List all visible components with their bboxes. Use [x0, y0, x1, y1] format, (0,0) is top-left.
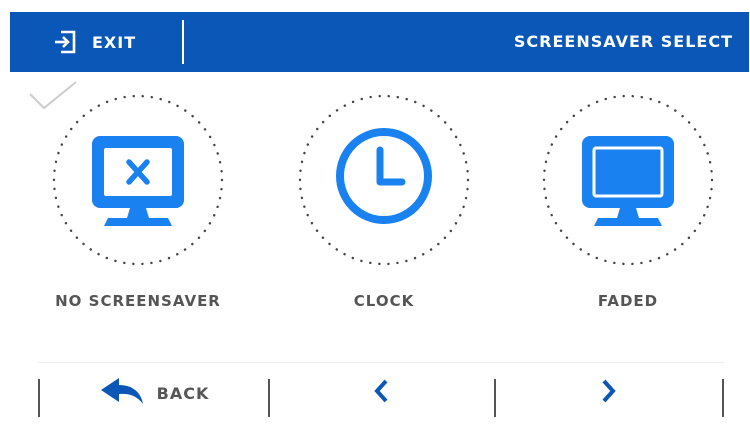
clock-icon	[336, 128, 432, 224]
header-bar: EXIT SCREENSAVER SELECT	[10, 12, 749, 72]
option-label-clock: CLOCK	[353, 292, 415, 310]
monitor-faded-icon	[582, 136, 674, 226]
bottom-nav-bar: BACK	[38, 362, 724, 422]
prev-button[interactable]	[270, 363, 494, 423]
monitor-x-icon	[92, 136, 184, 226]
exit-icon	[52, 29, 78, 55]
page-title: SCREENSAVER SELECT	[513, 32, 733, 51]
back-button[interactable]: BACK	[40, 363, 268, 423]
header-divider	[182, 20, 184, 64]
chevron-right-icon	[598, 378, 618, 408]
option-faded[interactable]	[540, 92, 716, 268]
back-label: BACK	[156, 383, 210, 403]
option-clock[interactable]	[296, 92, 472, 268]
exit-button[interactable]: EXIT	[52, 12, 167, 72]
bar-divider	[722, 379, 724, 417]
chevron-left-icon	[372, 378, 392, 408]
option-label-faded: FADED	[597, 292, 659, 310]
back-arrow-icon	[99, 376, 147, 410]
option-label-no-screensaver: NO SCREENSAVER	[55, 292, 221, 310]
option-no-screensaver[interactable]	[50, 92, 226, 268]
exit-label: EXIT	[92, 32, 137, 52]
next-button[interactable]	[496, 363, 720, 423]
